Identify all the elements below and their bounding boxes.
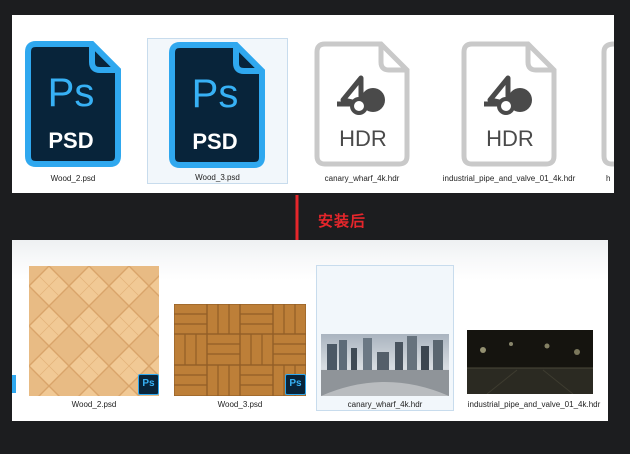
file-tile[interactable]: Ps Wood_2.psd [27, 266, 161, 416]
hdr-file-icon: HDR [461, 41, 557, 167]
file-name: canary_wharf_4k.hdr [324, 174, 400, 183]
file-tile-partial[interactable]: h [600, 40, 614, 188]
file-name: industrial_pipe_and_valve_01_4k.hdr [442, 174, 576, 183]
ps-badge-icon: Ps [285, 374, 306, 395]
file-name: Wood_2.psd [50, 174, 96, 183]
file-tile[interactable]: industrial_pipe_and_valve_01_4k.hdr [460, 266, 608, 416]
industrial-interior-thumbnail [467, 330, 593, 394]
thumbnail-partial [12, 375, 16, 393]
canary-wharf-panorama-thumbnail [321, 334, 449, 396]
hdr-file-icon: HDR [314, 41, 410, 167]
file-name: canary_wharf_4k.hdr [347, 400, 423, 409]
file-tile[interactable]: HDR canary_wharf_4k.hdr [302, 40, 422, 188]
after-install-caption: 安装后 [318, 212, 367, 230]
file-tile-selected[interactable]: canary_wharf_4k.hdr [316, 265, 454, 411]
file-name: h [606, 174, 611, 183]
ext-label: PSD [48, 128, 93, 153]
file-tile[interactable]: Ps PSD Wood_2.psd [17, 40, 129, 188]
file-name: industrial_pipe_and_valve_01_4k.hdr [467, 400, 601, 409]
file-tile[interactable]: Ps Wood_3.psd [172, 266, 308, 416]
ps-logo-text: Ps [192, 72, 239, 116]
file-tile-selected[interactable]: Ps PSD Wood_3.psd [147, 38, 288, 184]
file-name: Wood_3.psd [217, 400, 263, 409]
ps-badge-icon: Ps [138, 374, 159, 395]
psd-file-icon: Ps PSD [169, 42, 265, 168]
ps-logo-text: Ps [48, 71, 95, 115]
file-name: Wood_2.psd [71, 400, 117, 409]
ext-label: HDR [339, 126, 387, 151]
file-name: Wood_3.psd [195, 173, 240, 182]
explorer-view-before: Ps PSD Wood_2.psd Ps PSD Wood_3.psd HDR … [12, 15, 614, 193]
file-tile[interactable]: HDR industrial_pipe_and_valve_01_4k.hdr [437, 40, 581, 188]
ext-label: PSD [192, 129, 237, 154]
ext-label: HDR [486, 126, 534, 151]
psd-file-icon: Ps PSD [25, 41, 121, 167]
explorer-view-after: Ps Wood_2.psd Ps Wood_3.psd canary_wharf… [12, 240, 608, 421]
file-icon-partial [601, 41, 614, 167]
